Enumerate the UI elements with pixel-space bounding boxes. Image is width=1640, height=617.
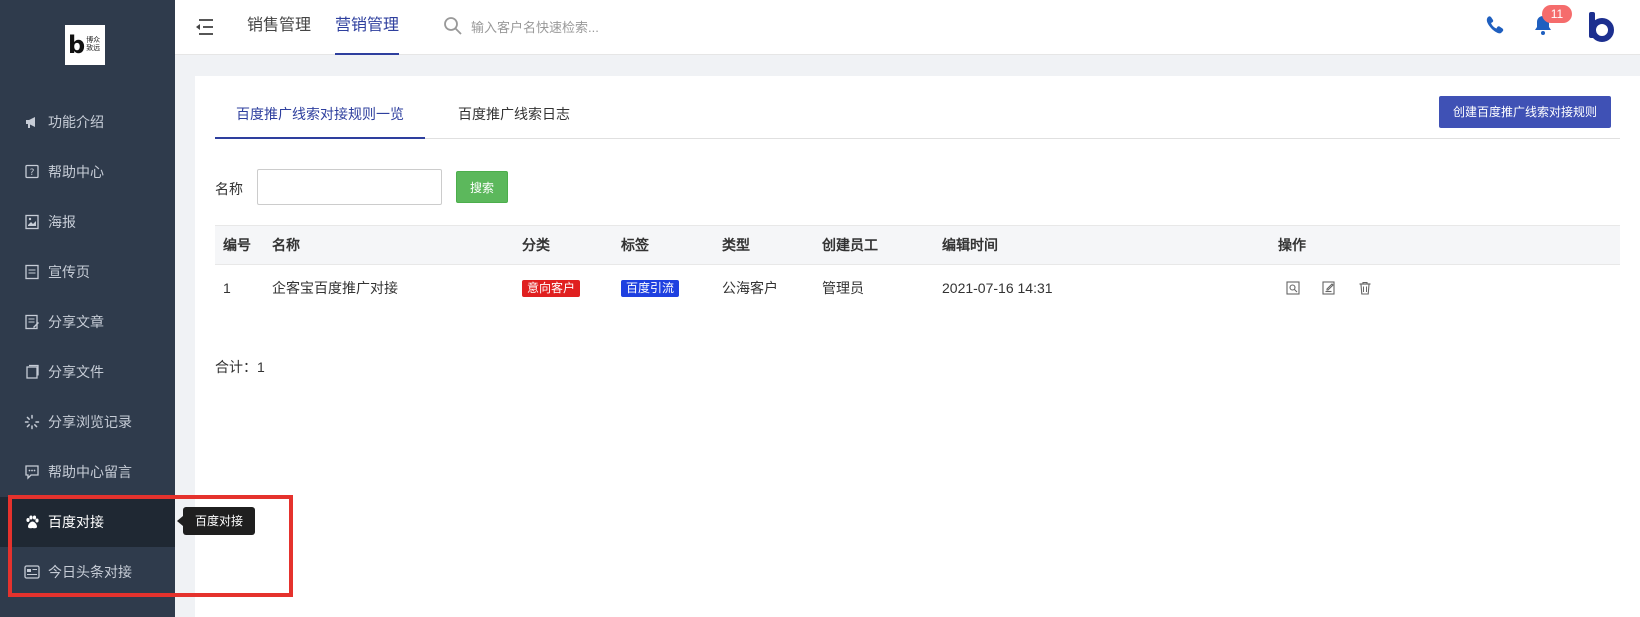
column-header-tag: 标签 [621,237,649,253]
column-header-edit-time: 编辑时间 [942,237,998,253]
main-card: 百度推广线索对接规则一览 百度推广线索日志 创建百度推广线索对接规则 名称 搜索… [195,76,1640,617]
sidebar-item-label: 帮助中心留言 [48,464,132,480]
sidebar-nav: 功能介绍 ? 帮助中心 海报 宣传页 分享文章 分享文件 分享浏览记录 帮助中心… [0,97,175,597]
delete-icon[interactable] [1357,280,1373,296]
total-value: 1 [257,359,265,375]
sidebar-item-label: 帮助中心 [48,164,104,180]
help-icon: ? [24,164,40,180]
column-header-type: 类型 [722,237,750,253]
sidebar-item-help-center[interactable]: ? 帮助中心 [0,147,175,197]
tab-rules-list[interactable]: 百度推广线索对接规则一览 [215,96,425,139]
page-icon [24,264,40,280]
cell-creator: 管理员 [822,280,864,296]
svg-text:?: ? [30,168,35,178]
edit-icon[interactable] [1321,280,1337,296]
content-tabs: 百度推广线索对接规则一览 百度推广线索日志 [215,96,1620,139]
chat-icon [24,464,40,480]
file-icon [24,364,40,380]
sidebar-item-label: 分享文件 [48,364,104,380]
cell-name: 企客宝百度推广对接 [272,280,398,296]
header-tab-marketing[interactable]: 营销管理 [335,0,400,55]
column-header-category: 分类 [522,237,550,253]
baidu-tooltip: 百度对接 [176,507,256,535]
sidebar-item-promo-page[interactable]: 宣传页 [0,247,175,297]
logo[interactable]: b 博众 致远 [65,25,105,65]
search-icon [443,16,463,36]
sidebar-item-label: 百度对接 [48,514,104,530]
sidebar-item-label: 分享文章 [48,314,104,330]
top-header: 销售管理 营销管理 11 [175,0,1640,55]
article-icon [24,314,40,330]
sidebar-item-help-messages[interactable]: 帮助中心留言 [0,447,175,497]
cell-id: 1 [223,280,231,296]
notification-badge: 11 [1542,5,1572,23]
tab-lead-log[interactable]: 百度推广线索日志 [437,96,591,139]
cell-edit-time: 2021-07-16 14:31 [942,280,1053,296]
poster-icon [24,214,40,230]
tag-badge: 百度引流 [621,279,680,297]
sidebar-item-label: 分享浏览记录 [48,414,132,430]
sidebar-item-share-article[interactable]: 分享文章 [0,297,175,347]
column-header-creator: 创建员工 [822,237,878,253]
logo-line2: 致远 [86,45,101,52]
loading-icon [24,414,40,430]
sidebar-item-poster[interactable]: 海报 [0,197,175,247]
sidebar-item-label: 今日头条对接 [48,564,132,580]
sidebar-item-label: 海报 [48,214,76,230]
cell-category: 意向客户 [522,265,581,311]
sidebar-item-share-history[interactable]: 分享浏览记录 [0,397,175,447]
avatar[interactable] [1585,10,1615,42]
sidebar: b 博众 致远 功能介绍 ? 帮助中心 海报 宣传页 分享文章 分享文件 分享浏… [0,0,175,617]
menu-collapse-icon[interactable] [193,16,215,38]
cell-type: 公海客户 [722,280,778,296]
search-button[interactable]: 搜索 [456,171,508,203]
header-tab-sales[interactable]: 销售管理 [247,0,311,55]
sidebar-item-feature-intro[interactable]: 功能介绍 [0,97,175,147]
baidu-paw-icon [24,514,40,530]
phone-icon[interactable] [1483,14,1505,36]
column-header-name: 名称 [272,237,300,253]
view-icon[interactable] [1285,280,1301,296]
sidebar-item-label: 功能介绍 [48,114,104,130]
sidebar-item-toutiao[interactable]: 今日头条对接 [0,547,175,597]
table-row: 1 企客宝百度推广对接 意向客户 百度引流 公海客户 管理员 2021-07-1… [215,265,1620,311]
sidebar-item-label: 宣传页 [48,264,90,280]
column-header-actions: 操作 [1278,237,1306,253]
logo-text: 博众 致远 [86,37,100,53]
customer-search-input[interactable] [471,14,731,40]
table-header: 编号 名称 分类 标签 类型 创建员工 编辑时间 操作 [215,225,1620,265]
sidebar-item-share-file[interactable]: 分享文件 [0,347,175,397]
sidebar-item-baidu[interactable]: 百度对接 [0,497,175,547]
toutiao-icon [24,564,40,580]
logo-letter: b [68,31,86,59]
column-header-id: 编号 [223,237,251,253]
megaphone-icon [24,114,40,130]
total-label: 合计： [215,359,257,375]
create-rule-button[interactable]: 创建百度推广线索对接规则 [1439,96,1611,128]
category-badge: 意向客户 [522,279,581,297]
logo-line1: 博众 [86,37,101,44]
name-filter-input[interactable] [257,169,442,205]
total-count: 合计：1 [215,357,265,377]
rules-table: 编号 名称 分类 标签 类型 创建员工 编辑时间 操作 1 企客宝百度推广对接 … [215,225,1620,311]
cell-tag: 百度引流 [621,265,680,311]
cell-actions [1285,265,1393,311]
name-filter-label: 名称 [215,181,243,197]
